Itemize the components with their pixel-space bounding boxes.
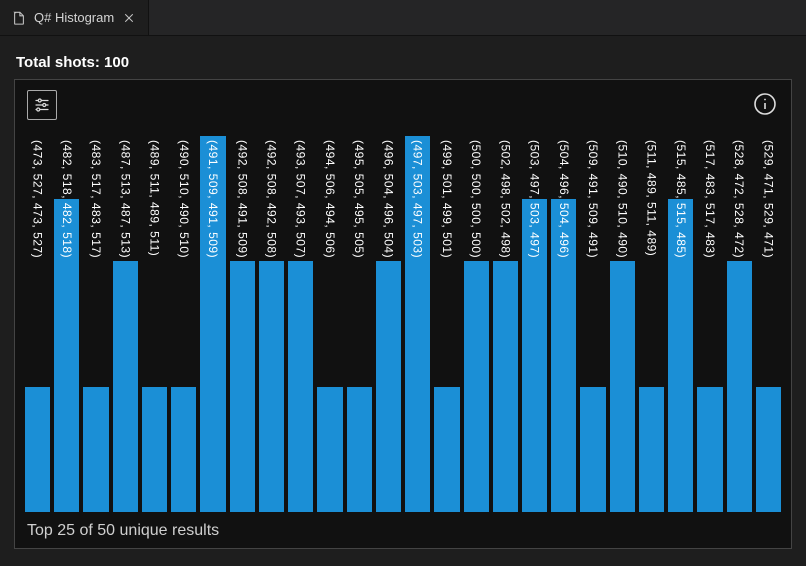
bar-label: (517, 483, 517, 483) [703, 140, 717, 258]
bar-label: (492, 508, 491, 509) [235, 140, 249, 258]
bar-label: (490, 510, 490, 510) [177, 140, 191, 258]
histogram-panel: (473, 527, 473, 527) (482, 518, 482, 518)… [14, 79, 792, 549]
bar-label: (511, 489, 511, 489) [645, 140, 659, 256]
bar[interactable]: (489, 511, 489, 511) [142, 136, 167, 512]
bar-label: (495, 505, 495, 505) [352, 140, 366, 258]
bar[interactable]: (515, 485, 515, 485) [668, 136, 693, 512]
bar[interactable]: (529, 471, 529, 471) [756, 136, 781, 512]
bar[interactable]: (497, 503, 497, 503) [405, 136, 430, 512]
bar[interactable]: (504, 496, 504, 496) [551, 136, 576, 512]
bar[interactable]: (511, 489, 511, 489) [639, 136, 664, 512]
bar-label: (504, 496, 504, 496) [557, 140, 571, 258]
bar-label: (503, 497, 503, 497) [528, 140, 542, 258]
bar[interactable]: (482, 518, 482, 518) [54, 136, 79, 512]
bar-label: (489, 511, 489, 511) [148, 140, 162, 256]
bar-label: (502, 498, 502, 498) [498, 140, 512, 258]
bar[interactable]: (510, 490, 510, 490) [610, 136, 635, 512]
bar-label: (497, 503, 497, 503) [411, 140, 425, 258]
bar-label: (483, 517, 483, 517) [89, 140, 103, 258]
content-area: Total shots: 100 (473, 527, 473, 527) (48… [0, 36, 806, 563]
bar[interactable]: (503, 497, 503, 497) [522, 136, 547, 512]
bar-label: (492, 508, 492, 508) [264, 140, 278, 258]
bar[interactable]: (495, 505, 495, 505) [347, 136, 372, 512]
bar[interactable]: (487, 513, 487, 513) [113, 136, 138, 512]
bar[interactable]: (528, 472, 528, 472) [727, 136, 752, 512]
file-icon [12, 11, 26, 25]
bar[interactable]: (473, 527, 473, 527) [25, 136, 50, 512]
tab-title: Q# Histogram [34, 10, 114, 25]
bar[interactable]: (500, 500, 500, 500) [464, 136, 489, 512]
bar-label: (510, 490, 510, 490) [615, 140, 629, 258]
bar[interactable]: (491, 509, 491, 509) [200, 136, 225, 512]
bar-label: (494, 506, 494, 506) [323, 140, 337, 258]
bar[interactable]: (483, 517, 483, 517) [83, 136, 108, 512]
bar-label: (473, 527, 473, 527) [31, 140, 45, 258]
bar-label: (509, 491, 509, 491) [586, 140, 600, 258]
bar-label: (499, 501, 499, 501) [440, 140, 454, 258]
histogram-chart: (473, 527, 473, 527) (482, 518, 482, 518)… [25, 136, 781, 512]
bar-label: (482, 518, 482, 518) [60, 140, 74, 258]
bar[interactable]: (502, 498, 502, 498) [493, 136, 518, 512]
bar-label: (491, 509, 491, 509) [206, 140, 220, 258]
bar-label: (487, 513, 487, 513) [118, 140, 132, 258]
info-button[interactable] [751, 90, 779, 118]
bar-label: (493, 507, 493, 507) [294, 140, 308, 258]
total-shots-label: Total shots: 100 [16, 54, 792, 71]
close-icon[interactable] [122, 11, 136, 25]
settings-button[interactable] [27, 90, 57, 120]
bar-label: (515, 485, 515, 485) [674, 140, 688, 258]
bar[interactable]: (494, 506, 494, 506) [317, 136, 342, 512]
bar[interactable]: (492, 508, 491, 509) [230, 136, 255, 512]
bar[interactable]: (509, 491, 509, 491) [580, 136, 605, 512]
bar-label: (500, 500, 500, 500) [469, 140, 483, 258]
bar[interactable]: (492, 508, 492, 508) [259, 136, 284, 512]
tab-qsharp-histogram[interactable]: Q# Histogram [0, 0, 149, 35]
bar[interactable]: (490, 510, 490, 510) [171, 136, 196, 512]
tab-bar: Q# Histogram [0, 0, 806, 36]
bar[interactable]: (496, 504, 496, 504) [376, 136, 401, 512]
bar-label: (528, 472, 528, 472) [732, 140, 746, 258]
bar-label: (496, 504, 496, 504) [381, 140, 395, 258]
bar-label: (529, 471, 529, 471) [761, 140, 775, 258]
bar[interactable]: (499, 501, 499, 501) [434, 136, 459, 512]
footer-label: Top 25 of 50 unique results [27, 522, 219, 540]
bar[interactable]: (517, 483, 517, 483) [697, 136, 722, 512]
bar[interactable]: (493, 507, 493, 507) [288, 136, 313, 512]
